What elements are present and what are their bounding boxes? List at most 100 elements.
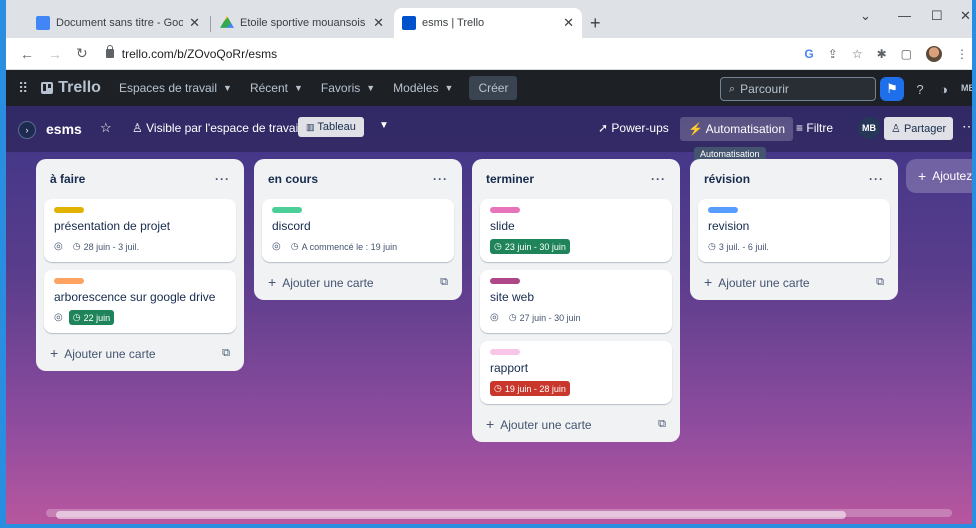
bookmark-star-icon[interactable]: ☆: [852, 47, 863, 61]
list-menu-icon[interactable]: ···: [215, 172, 230, 186]
google-lens-icon[interactable]: G: [804, 47, 813, 61]
due-date-badge[interactable]: ◷ 19 juin - 28 juin: [490, 381, 570, 396]
tab-strip: Document sans titre - Google Do ✕ Etoile…: [6, 0, 972, 38]
card[interactable]: présentation de projet ◎ ◷ 28 juin - 3 ju…: [44, 199, 236, 262]
list-a-faire[interactable]: à faire ··· présentation de projet ◎ ◷ 28 …: [36, 159, 244, 371]
add-card-button[interactable]: + Ajouter une carte ⧉: [698, 270, 890, 292]
list-title[interactable]: en cours: [268, 172, 318, 186]
close-icon[interactable]: ✕: [189, 15, 200, 31]
close-window-button[interactable]: ✕: [960, 8, 971, 24]
add-list-button[interactable]: + Ajoutez u: [906, 159, 972, 193]
minimize-button[interactable]: —: [898, 8, 911, 23]
menu-workspaces[interactable]: Espaces de travail ▼: [119, 81, 232, 95]
card-label[interactable]: [490, 349, 520, 355]
view-tab-board[interactable]: ▥ Tableau: [298, 117, 364, 137]
share-page-icon[interactable]: ⇪: [828, 47, 838, 61]
tab-title: esms | Trello: [422, 17, 485, 29]
card-label[interactable]: [708, 207, 738, 213]
list-menu-icon[interactable]: ···: [869, 172, 884, 186]
due-date-text: A commencé le : 19 juin: [301, 241, 398, 252]
card[interactable]: discord ◎ ◷ A commencé le : 19 juin: [262, 199, 454, 262]
browser-tab-drive[interactable]: Etoile sportive mouansois - Goog ✕: [212, 8, 392, 38]
browser-tab-trello[interactable]: esms | Trello ✕: [394, 8, 582, 38]
due-date-badge[interactable]: ◷ 3 juil. - 6 juil.: [708, 239, 773, 254]
user-avatar[interactable]: MB: [961, 83, 972, 93]
automation-button[interactable]: ⚡ Automatisation: [680, 117, 794, 141]
card-template-icon[interactable]: ⧉: [222, 347, 230, 360]
card-label[interactable]: [490, 278, 520, 284]
horizontal-scrollbar[interactable]: [46, 509, 952, 519]
card-label[interactable]: [272, 207, 302, 213]
trello-logo[interactable]: Trello: [41, 79, 101, 97]
tab-search-icon[interactable]: ⌄: [860, 8, 871, 24]
card-label[interactable]: [490, 207, 520, 213]
reload-icon[interactable]: ↻: [76, 45, 88, 62]
card-template-icon[interactable]: ⧉: [658, 418, 666, 431]
list-menu-icon[interactable]: ···: [433, 172, 448, 186]
card[interactable]: arborescence sur google drive ◎ ◷ 22 juin: [44, 270, 236, 333]
menu-recent[interactable]: Récent ▼: [250, 81, 303, 95]
list-menu-icon[interactable]: ···: [651, 172, 666, 186]
list-title[interactable]: terminer: [486, 172, 534, 186]
card[interactable]: slide ◷ 23 juin - 30 juin: [480, 199, 672, 262]
trello-header: ⠿ Trello Espaces de travail ▼ Récent ▼ Fav…: [6, 70, 972, 106]
list-terminer[interactable]: terminer ··· slide ◷ 23 juin - 30 juin sit…: [472, 159, 680, 442]
share-button[interactable]: ♙ Partager: [884, 117, 954, 140]
trello-logo-icon: [41, 82, 54, 94]
star-icon[interactable]: ☆: [100, 120, 112, 136]
maximize-button[interactable]: ☐: [931, 8, 943, 24]
menu-starred[interactable]: Favoris ▼: [321, 81, 375, 95]
browser-menu-icon[interactable]: ⋮: [956, 47, 968, 61]
start-date-badge[interactable]: ◷ A commencé le : 19 juin: [287, 239, 401, 254]
card-title: revision: [708, 219, 750, 233]
add-card-button[interactable]: + Ajouter une carte ⧉: [44, 341, 236, 363]
add-card-button[interactable]: + Ajouter une carte ⧉: [480, 412, 672, 434]
more-icon[interactable]: ⋯: [962, 118, 972, 135]
due-date-badge[interactable]: ◷ 23 juin - 30 juin: [490, 239, 570, 254]
chevron-down-icon[interactable]: ▼: [379, 120, 389, 131]
filter-button[interactable]: ≡ Filtre: [796, 121, 833, 135]
visibility-button[interactable]: ♙ Visible par l'espace de travail: [132, 121, 301, 135]
card-label[interactable]: [54, 207, 84, 213]
extensions-icon[interactable]: ✱: [877, 47, 887, 61]
forward-icon[interactable]: →: [48, 46, 62, 62]
app-switcher-icon[interactable]: ⠿: [18, 80, 28, 97]
member-avatar[interactable]: MB: [858, 117, 880, 139]
sidebar-toggle-icon[interactable]: ›: [18, 121, 36, 139]
menu-templates[interactable]: Modèles ▼: [393, 81, 453, 95]
clock-icon: ◷: [72, 312, 81, 322]
browser-tab-docs[interactable]: Document sans titre - Google Do ✕: [28, 8, 208, 38]
board-title[interactable]: esms: [46, 121, 82, 137]
list-title[interactable]: à faire: [50, 172, 85, 186]
card[interactable]: revision ◷ 3 juil. - 6 juil.: [698, 199, 890, 262]
power-ups-button[interactable]: ➚ Power-ups: [598, 121, 669, 135]
side-panel-icon[interactable]: ▢: [901, 47, 912, 61]
card-template-icon[interactable]: ⧉: [440, 276, 448, 289]
card-title: arborescence sur google drive: [54, 290, 216, 304]
card[interactable]: rapport ◷ 19 juin - 28 juin: [480, 341, 672, 404]
help-icon[interactable]: ?: [908, 77, 932, 101]
url-field[interactable]: trello.com/b/ZOvoQoRr/esms: [105, 45, 277, 61]
card-template-icon[interactable]: ⧉: [876, 276, 884, 289]
close-icon[interactable]: ✕: [373, 15, 384, 31]
list-title[interactable]: révision: [704, 172, 750, 186]
theme-icon[interactable]: ◑: [932, 77, 956, 101]
card[interactable]: site web ◎ ◷ 27 juin - 30 juin: [480, 270, 672, 333]
new-tab-button[interactable]: +: [590, 14, 601, 32]
profile-avatar[interactable]: [926, 46, 942, 62]
card-label[interactable]: [54, 278, 84, 284]
menu-label: Espaces de travail: [118, 81, 218, 95]
scrollbar-thumb[interactable]: [56, 511, 846, 519]
due-date-badge[interactable]: ◷ 22 juin: [68, 310, 115, 325]
back-icon[interactable]: ←: [20, 46, 34, 62]
add-card-button[interactable]: + Ajouter une carte ⧉: [262, 270, 454, 292]
list-en-cours[interactable]: en cours ··· discord ◎ ◷ A commencé le : 1…: [254, 159, 462, 300]
notifications-icon[interactable]: ⚑: [880, 77, 904, 101]
search-input[interactable]: ⌕ Parcourir: [720, 77, 876, 101]
add-card-label: Ajouter une carte: [64, 347, 156, 361]
create-button[interactable]: Créer: [469, 76, 518, 100]
close-icon[interactable]: ✕: [563, 15, 574, 31]
due-date-badge[interactable]: ◷ 28 juin - 3 juil.: [69, 239, 143, 254]
due-date-badge[interactable]: ◷ 27 juin - 30 juin: [505, 310, 585, 325]
list-revision[interactable]: révision ··· revision ◷ 3 juil. - 6 juil. …: [690, 159, 898, 300]
